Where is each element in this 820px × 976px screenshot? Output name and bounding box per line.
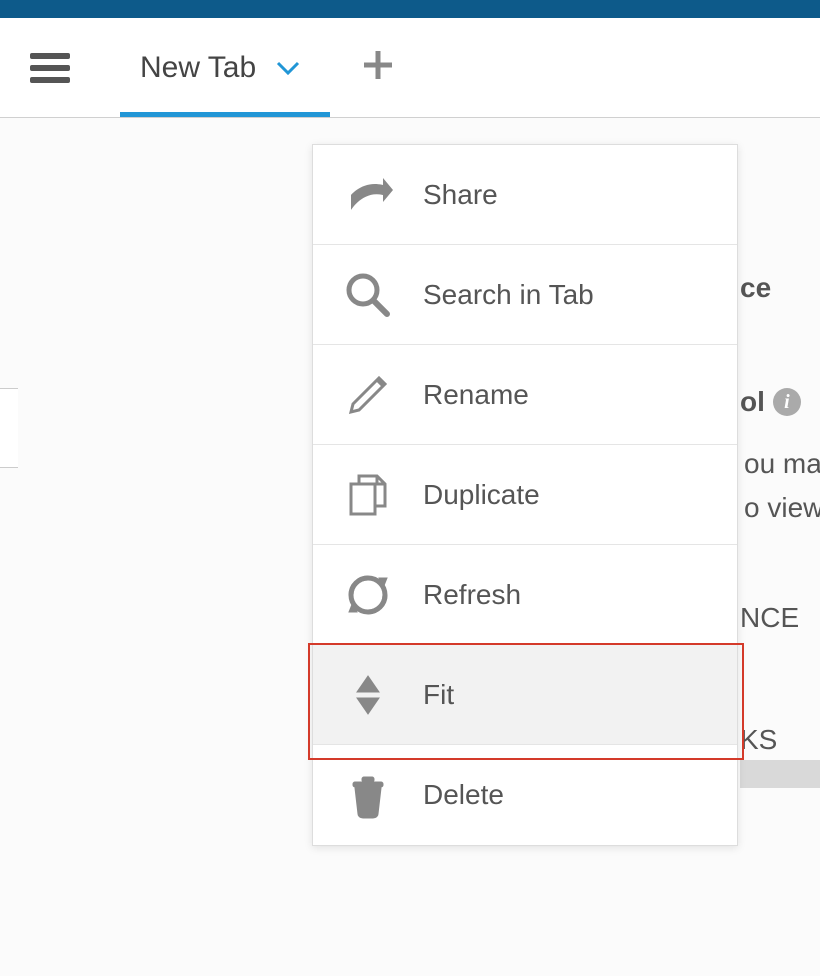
duplicate-icon bbox=[343, 470, 393, 520]
refresh-icon bbox=[343, 570, 393, 620]
hamburger-menu-button[interactable] bbox=[30, 53, 70, 83]
share-icon bbox=[343, 170, 393, 220]
menu-label: Share bbox=[423, 179, 498, 211]
pencil-icon bbox=[343, 370, 393, 420]
search-icon bbox=[343, 270, 393, 320]
menu-item-refresh[interactable]: Refresh bbox=[313, 545, 737, 645]
menu-label: Refresh bbox=[423, 579, 521, 611]
fit-icon bbox=[343, 670, 393, 720]
tab-bar: New Tab bbox=[0, 18, 820, 118]
bg-text-fragment: o view bbox=[744, 492, 820, 524]
tab-active-underline bbox=[120, 112, 330, 117]
tab-new-tab[interactable]: New Tab bbox=[120, 18, 320, 117]
bg-text-fragment: ol i bbox=[740, 386, 801, 418]
tab-label: New Tab bbox=[140, 51, 256, 85]
add-tab-button[interactable] bbox=[360, 47, 396, 88]
menu-label: Search in Tab bbox=[423, 279, 594, 311]
menu-label: Delete bbox=[423, 779, 504, 811]
menu-label: Rename bbox=[423, 379, 529, 411]
bg-text-fragment: KS bbox=[740, 724, 777, 756]
menu-item-rename[interactable]: Rename bbox=[313, 345, 737, 445]
bg-text-fragment: NCE bbox=[740, 602, 799, 634]
bg-text-fragment: ce bbox=[740, 272, 771, 304]
info-icon: i bbox=[773, 388, 801, 416]
bg-text-fragment: ou ma bbox=[744, 448, 820, 480]
menu-label: Duplicate bbox=[423, 479, 540, 511]
menu-label: Fit bbox=[423, 679, 454, 711]
top-banner bbox=[0, 0, 820, 18]
bg-grey-bar bbox=[740, 760, 820, 788]
menu-item-share[interactable]: Share bbox=[313, 145, 737, 245]
menu-item-duplicate[interactable]: Duplicate bbox=[313, 445, 737, 545]
content-area: ce ol i ou ma o view NCE KS Share Search… bbox=[0, 118, 820, 976]
chevron-down-icon bbox=[276, 61, 300, 75]
menu-item-fit[interactable]: Fit bbox=[313, 645, 737, 745]
trash-icon bbox=[343, 770, 393, 820]
menu-item-delete[interactable]: Delete bbox=[313, 745, 737, 845]
side-panel-edge bbox=[0, 388, 18, 468]
menu-item-search-in-tab[interactable]: Search in Tab bbox=[313, 245, 737, 345]
tab-context-menu: Share Search in Tab Rename Duplicate Ref… bbox=[312, 144, 738, 846]
